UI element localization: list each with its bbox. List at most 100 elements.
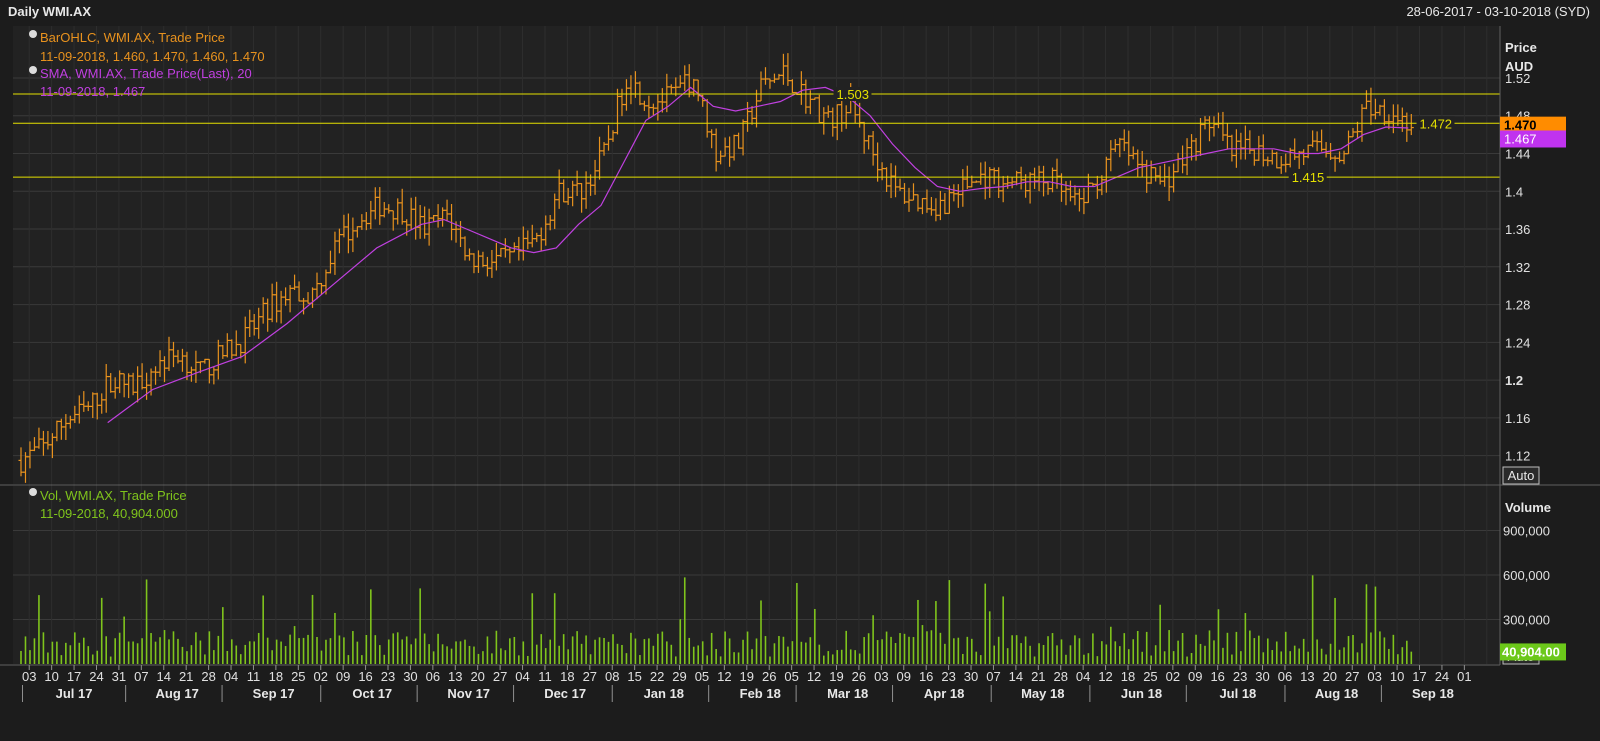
x-day-label: 27 [1345,669,1359,684]
x-day-label: 25 [291,669,305,684]
x-day-label: 29 [672,669,686,684]
x-day-label: 10 [44,669,58,684]
price-tick-label: 1.24 [1505,335,1530,350]
x-month-label: Jun 18 [1121,686,1162,701]
x-day-label: 05 [784,669,798,684]
x-month-label: Dec 17 [544,686,586,701]
legend-dot-icon[interactable] [29,488,37,496]
x-day-label: 27 [493,669,507,684]
price-tick-label: 1.32 [1505,260,1530,275]
x-day-label: 22 [650,669,664,684]
chart-window: Daily WMI.AX 28-06-2017 - 03-10-2018 (SY… [0,0,1600,741]
x-day-label: 03 [874,669,888,684]
price-tick-label: 1.2 [1505,373,1523,388]
last-price-label: 1.470 [1504,118,1537,133]
price-axis-title: Price [1505,40,1537,55]
volume-legend-values: 11-09-2018, 40,904.000 [40,506,178,521]
x-day-label: 30 [403,669,417,684]
x-day-label: 02 [313,669,327,684]
x-day-label: 05 [695,669,709,684]
x-day-label: 10 [1390,669,1404,684]
x-day-label: 28 [1053,669,1067,684]
volume-legend-title: Vol, WMI.AX, Trade Price [40,488,187,503]
x-day-label: 04 [515,669,529,684]
x-day-label: 14 [157,669,171,684]
x-day-label: 18 [1121,669,1135,684]
legend-dot-icon[interactable] [29,66,37,74]
x-day-label: 15 [627,669,641,684]
ohlc-legend-title: BarOHLC, WMI.AX, Trade Price [40,30,225,45]
x-day-label: 03 [1367,669,1381,684]
volume-last-label: 40,904.00 [1502,644,1560,659]
price-tick-label: 1.52 [1505,71,1530,86]
volume-tick-label: 600,000 [1503,568,1550,583]
x-day-label: 17 [1412,669,1426,684]
x-day-label: 06 [1278,669,1292,684]
sma-last-badge: 1.467 [1500,130,1566,148]
x-day-label: 03 [22,669,36,684]
x-day-label: 14 [1009,669,1023,684]
x-month-label: Feb 18 [740,686,781,701]
x-day-label: 12 [717,669,731,684]
x-day-label: 30 [1255,669,1269,684]
x-day-label: 20 [1323,669,1337,684]
x-month-labels: Jul 17 Aug 17 Sep 17 Oct 17 Nov 17 Dec 17 Jan … [21,685,1454,702]
x-day-label: 09 [336,669,350,684]
x-month-label: May 18 [1021,686,1064,701]
x-day-label: 13 [1300,669,1314,684]
price-tick-label: 1.36 [1505,222,1530,237]
x-day-label: 11 [538,669,552,684]
x-day-label: 23 [941,669,955,684]
x-day-label: 13 [448,669,462,684]
x-day-label: 12 [1098,669,1112,684]
x-day-label: 30 [964,669,978,684]
x-day-label: 18 [560,669,574,684]
x-day-label: 09 [897,669,911,684]
volume-tick-labels: 300,000 600,000 900,000 [1503,524,1550,628]
x-day-label: 24 [1435,669,1449,684]
x-day-label: 16 [358,669,372,684]
x-day-label: 16 [1210,669,1224,684]
x-day-label: 02 [1166,669,1180,684]
x-month-label: Aug 18 [1315,686,1358,701]
x-day-label: 27 [583,669,597,684]
x-month-label: Jan 18 [644,686,684,701]
sma-legend-title: SMA, WMI.AX, Trade Price(Last), 20 [40,66,252,81]
x-day-label: 01 [1457,669,1471,684]
x-day-label: 07 [134,669,148,684]
volume-tick-label: 900,000 [1503,524,1550,539]
x-day-label: 06 [426,669,440,684]
x-month-label: Sep 17 [253,686,295,701]
x-day-label: 24 [89,669,103,684]
x-day-label: 04 [1076,669,1090,684]
x-day-label: 19 [740,669,754,684]
x-month-label: Mar 18 [827,686,868,701]
level-label: 1.415 [1292,170,1325,185]
x-day-label: 23 [1233,669,1247,684]
level-label: 1.503 [836,87,869,102]
x-day-label: 08 [605,669,619,684]
x-month-label: Sep 18 [1412,686,1454,701]
x-day-label: 21 [1031,669,1045,684]
x-day-label: 18 [269,669,283,684]
level-label: 1.472 [1420,116,1453,131]
x-day-label: 11 [247,669,261,684]
x-month-label: Nov 17 [447,686,490,701]
legend-dot-icon[interactable] [29,30,37,38]
x-day-label: 16 [919,669,933,684]
x-day-label: 07 [986,669,1000,684]
x-day-label: 12 [807,669,821,684]
ohlc-chart[interactable]: 1.503 1.472 1.415 BarOHLC, WMI.AX, Trade P… [0,0,1600,741]
price-tick-label: 1.44 [1505,146,1530,161]
x-day-label: 09 [1188,669,1202,684]
x-day-label: 26 [762,669,776,684]
price-tick-label: 1.12 [1505,449,1530,464]
sma-last-label: 1.467 [1504,131,1537,146]
x-month-label: Oct 17 [352,686,392,701]
x-day-label: 21 [179,669,193,684]
x-month-label: Apr 18 [924,686,964,701]
x-day-labels: 03 10 17 24 31 07 14 21 28 04 11 18 25 02 09 16 23 30 06 13… [22,665,1472,684]
x-day-label: 19 [829,669,843,684]
price-auto-button[interactable]: Auto [1502,466,1540,485]
x-day-label: 04 [224,669,238,684]
